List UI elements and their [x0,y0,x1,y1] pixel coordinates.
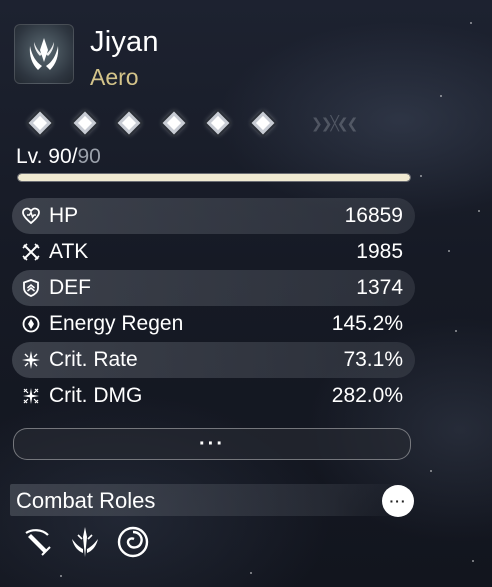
stat-label: ATK [49,240,89,263]
level-max: 90 [77,145,101,168]
heavy-attack-sword-icon[interactable] [20,525,54,559]
character-header: Jiyan Aero [14,24,434,94]
character-name: Jiyan [90,26,159,58]
resonance-liberation-icon[interactable] [68,525,102,559]
stat-row: Crit. DMG 282.0% [12,378,415,414]
resonance-chain-node-6[interactable] [251,111,275,135]
stat-label: Energy Regen [49,312,184,335]
stat-row: DEF 1374 [12,270,415,306]
stat-label: Crit. DMG [49,384,143,407]
stats-list: HP 16859 ATK 1985 DEF 1374 Energy Regen 145.2% C… [12,198,415,414]
level-current: Lv. 90/ [16,145,78,168]
resonance-chain-node-4[interactable] [162,111,186,135]
stat-value: 16859 [344,204,403,227]
chain-decoration-icon: ❯❯╳❮❮ [311,116,358,132]
crit-dmg-icon [20,385,42,407]
stat-value: 1374 [356,276,403,299]
resonance-chain-node-5[interactable] [207,111,230,135]
stat-value: 73.1% [343,348,403,371]
stat-row: ATK 1985 [12,234,415,270]
stat-value: 145.2% [331,312,403,335]
character-element: Aero [90,64,139,90]
level-label: Lv. 90/90 [16,145,101,169]
level-progress-bar [17,173,411,182]
stat-label: Crit. Rate [49,348,138,371]
aero-element-icon [14,24,74,84]
stat-value: 1985 [356,240,403,263]
more-stats-button[interactable]: ··· [13,428,411,460]
atk-crossed-swords-icon [20,241,42,263]
stat-row: Crit. Rate 73.1% [12,342,415,378]
combat-roles-header: Combat Roles ··· [10,484,414,517]
stat-label: HP [49,204,79,227]
def-shield-icon [20,277,42,299]
stat-label: DEF [49,276,91,299]
aero-swirl-icon[interactable] [116,525,150,559]
combat-role-icons [20,525,160,561]
crit-rate-icon [20,349,42,371]
stat-value: 282.0% [331,384,403,407]
resonance-chain-node-3[interactable] [117,111,141,135]
combat-roles-title: Combat Roles [16,488,156,513]
level-progress-fill [18,174,410,181]
stat-row: Energy Regen 145.2% [12,306,415,342]
resonance-chain: ❯❯╳❮❮ [26,110,406,136]
resonance-chain-node-2[interactable] [73,111,96,135]
combat-roles-more-button[interactable]: ··· [382,485,414,517]
stat-row: HP 16859 [12,198,415,234]
energy-regen-icon [20,313,42,335]
resonance-chain-node-1[interactable] [28,111,52,135]
hp-heart-icon [20,205,42,227]
